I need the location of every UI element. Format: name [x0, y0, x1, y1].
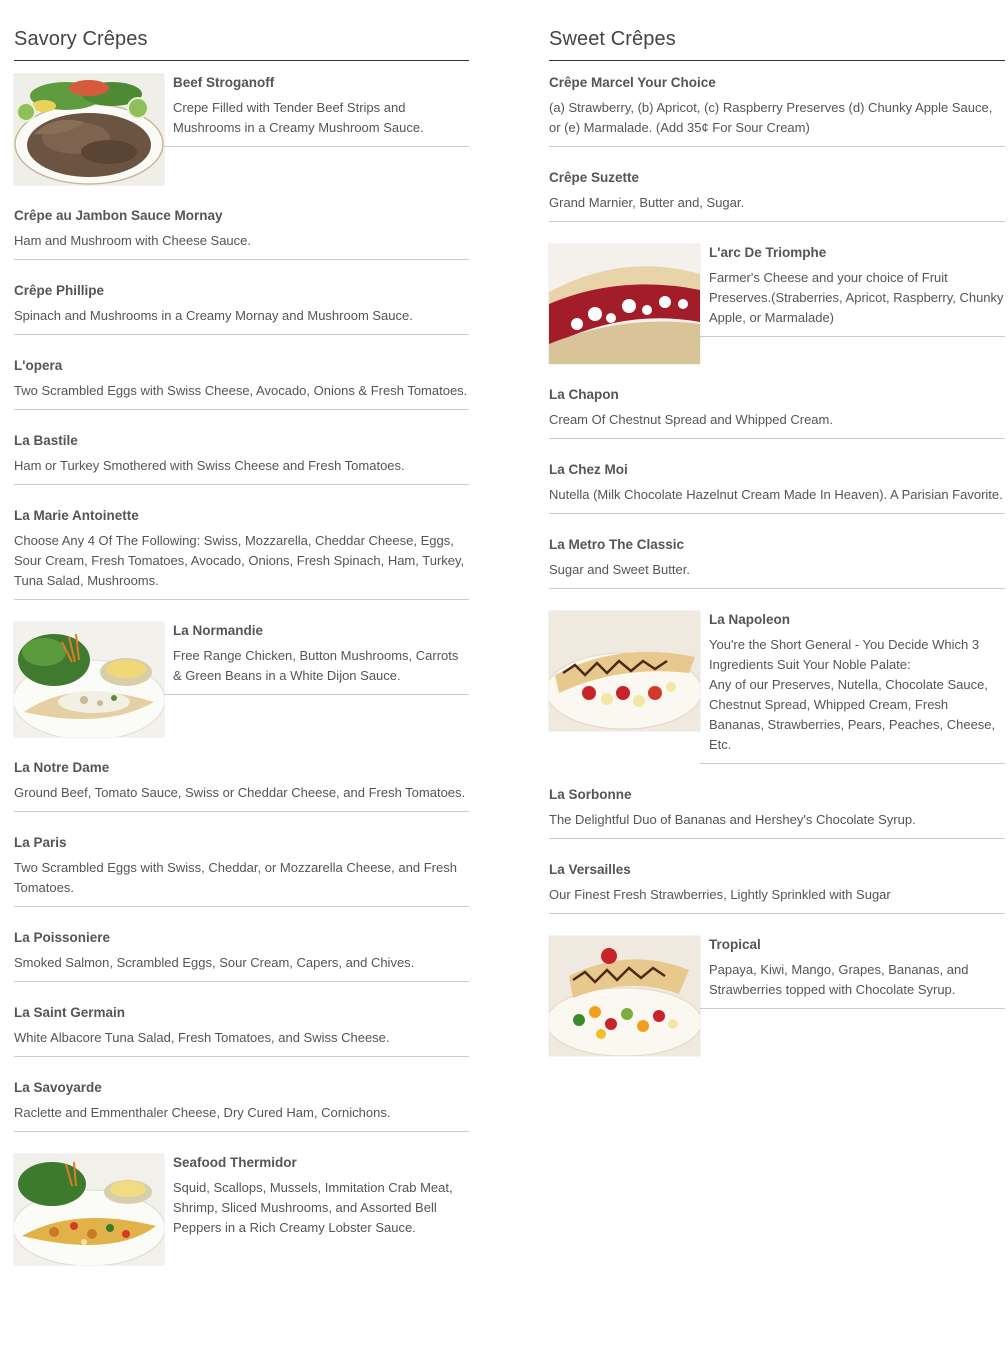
menu-item: Seafood Thermidor Squid, Scallops, Musse…	[14, 1154, 469, 1265]
item-name: L'opera	[14, 358, 63, 373]
item-description: Our Finest Fresh Strawberries, Lightly S…	[549, 887, 891, 902]
menu-item: La Chapon Cream Of Chestnut Spread and W…	[549, 386, 1005, 439]
item-name: La Paris	[14, 835, 67, 850]
menu-item: La Savoyarde Raclette and Emmenthaler Ch…	[14, 1079, 469, 1132]
item-description: You're the Short General - You Decide Wh…	[709, 637, 980, 672]
item-description: Ham or Turkey Smothered with Swiss Chees…	[14, 458, 405, 473]
menu-item: La Saint Germain White Albacore Tuna Sal…	[14, 1004, 469, 1057]
item-description: Two Scrambled Eggs with Swiss Cheese, Av…	[14, 383, 468, 398]
seafood-thermidor-photo	[14, 1154, 164, 1265]
menu-item: La Notre Dame Ground Beef, Tomato Sauce,…	[14, 759, 469, 812]
item-name: Crêpe Suzette	[549, 170, 640, 185]
menu-item: La Paris Two Scrambled Eggs with Swiss, …	[14, 834, 469, 907]
menu-item: L'arc De Triomphe Farmer's Cheese and yo…	[549, 244, 1005, 364]
item-description: Cream Of Chestnut Spread and Whipped Cre…	[549, 412, 833, 427]
item-description: Crepe Filled with Tender Beef Strips and…	[173, 100, 424, 135]
item-name: La Metro The Classic	[549, 537, 685, 552]
menu-page: Savory Crêpes Beef Stroganoff Crepe Fill…	[0, 0, 1008, 1355]
item-name: L'arc De Triomphe	[709, 245, 827, 260]
item-description: Spinach and Mushrooms in a Creamy Mornay…	[14, 308, 413, 323]
menu-item: La Poissoniere Smoked Salmon, Scrambled …	[14, 929, 469, 982]
la-napoleon-photo	[549, 611, 700, 731]
item-description: Choose Any 4 Of The Following: Swiss, Mo…	[14, 533, 465, 588]
item-description: Ground Beef, Tomato Sauce, Swiss or Ched…	[14, 785, 466, 800]
menu-item: La Sorbonne The Delightful Duo of Banana…	[549, 786, 1005, 839]
item-description: White Albacore Tuna Salad, Fresh Tomatoe…	[14, 1030, 390, 1045]
item-description-extra: Any of our Preserves, Nutella, Chocolate…	[709, 677, 996, 752]
menu-item: Crêpe Suzette Grand Marnier, Butter and,…	[549, 169, 1005, 222]
menu-item: La Bastile Ham or Turkey Smothered with …	[14, 432, 469, 485]
item-name: La Saint Germain	[14, 1005, 126, 1020]
savory-section-title: Savory Crêpes	[14, 26, 469, 61]
item-name: Crêpe Phillipe	[14, 283, 105, 298]
tropical-photo	[549, 936, 700, 1056]
item-name: La Savoyarde	[14, 1080, 102, 1095]
menu-item: L'opera Two Scrambled Eggs with Swiss Ch…	[14, 357, 469, 410]
menu-item: La Marie Antoinette Choose Any 4 Of The …	[14, 507, 469, 600]
menu-item: Crêpe Phillipe Spinach and Mushrooms in …	[14, 282, 469, 335]
item-name: Seafood Thermidor	[173, 1155, 297, 1170]
item-name: La Poissoniere	[14, 930, 111, 945]
menu-item: Crêpe Marcel Your Choice (a) Strawberry,…	[549, 74, 1005, 147]
menu-item: Crêpe au Jambon Sauce Mornay Ham and Mus…	[14, 207, 469, 260]
menu-item: La Normandie Free Range Chicken, Button …	[14, 622, 469, 737]
menu-item: La Metro The Classic Sugar and Sweet But…	[549, 536, 1005, 589]
sweet-section-title: Sweet Crêpes	[549, 26, 1005, 61]
item-name: Crêpe Marcel Your Choice	[549, 75, 716, 90]
item-description: Squid, Scallops, Mussels, Immitation Cra…	[173, 1180, 453, 1235]
la-normandie-photo	[14, 622, 164, 737]
item-name: La Marie Antoinette	[14, 508, 139, 523]
item-name: La Versailles	[549, 862, 631, 877]
menu-item: La Chez Moi Nutella (Milk Chocolate Haze…	[549, 461, 1005, 514]
menu-item: La Napoleon You're the Short General - Y…	[549, 611, 1005, 764]
item-description: Smoked Salmon, Scrambled Eggs, Sour Crea…	[14, 955, 415, 970]
item-description: Ham and Mushroom with Cheese Sauce.	[14, 233, 252, 248]
item-description: Sugar and Sweet Butter.	[549, 562, 690, 577]
menu-item: Beef Stroganoff Crepe Filled with Tender…	[14, 74, 469, 185]
item-name: La Chez Moi	[549, 462, 628, 477]
item-description: Grand Marnier, Butter and, Sugar.	[549, 195, 745, 210]
item-name: La Bastile	[14, 433, 78, 448]
menu-item: La Versailles Our Finest Fresh Strawberr…	[549, 861, 1005, 914]
item-name: La Sorbonne	[549, 787, 632, 802]
item-description: Two Scrambled Eggs with Swiss, Cheddar, …	[14, 860, 457, 895]
item-description: Raclette and Emmenthaler Cheese, Dry Cur…	[14, 1105, 391, 1120]
item-description: The Delightful Duo of Bananas and Hershe…	[549, 812, 916, 827]
item-description: Farmer's Cheese and your choice of Fruit…	[709, 270, 1004, 325]
item-name: La Normandie	[173, 623, 264, 638]
larc-de-triomphe-photo	[549, 244, 700, 364]
item-name: Beef Stroganoff	[173, 75, 275, 90]
item-description: (a) Strawberry, (b) Apricot, (c) Raspber…	[549, 100, 993, 135]
item-name: Tropical	[709, 937, 761, 952]
item-description: Papaya, Kiwi, Mango, Grapes, Bananas, an…	[709, 962, 969, 997]
beef-stroganoff-photo	[14, 74, 164, 185]
item-description: Nutella (Milk Chocolate Hazelnut Cream M…	[549, 487, 1003, 502]
sweet-crepes-section: Sweet Crêpes Crêpe Marcel Your Choice (a…	[549, 26, 1005, 1078]
item-name: La Napoleon	[709, 612, 791, 627]
item-name: La Notre Dame	[14, 760, 110, 775]
savory-crepes-section: Savory Crêpes Beef Stroganoff Crepe Fill…	[14, 26, 469, 1287]
item-description: Free Range Chicken, Button Mushrooms, Ca…	[173, 648, 459, 683]
item-name: La Chapon	[549, 387, 619, 402]
item-name: Crêpe au Jambon Sauce Mornay	[14, 208, 223, 223]
menu-item: Tropical Papaya, Kiwi, Mango, Grapes, Ba…	[549, 936, 1005, 1056]
